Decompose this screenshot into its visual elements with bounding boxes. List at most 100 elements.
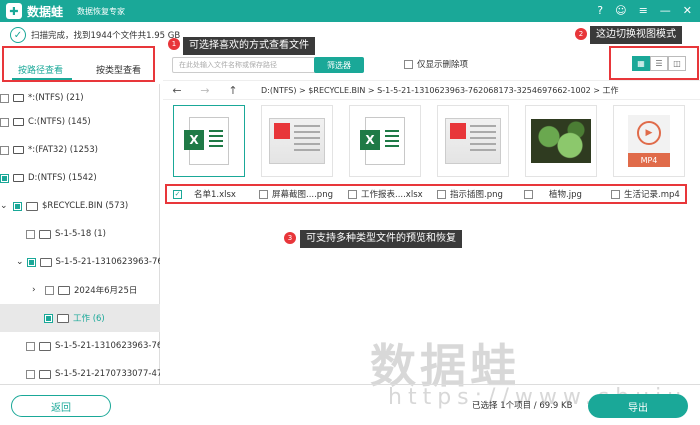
view-mode-tabs: 按路径查看 按类型查看: [2, 46, 155, 82]
folder-icon: [39, 257, 52, 267]
tree-checkbox[interactable]: [44, 313, 53, 323]
file-checkbox[interactable]: [437, 189, 446, 199]
annotation-2: 这边切换视图模式: [590, 26, 682, 44]
help-icon[interactable]: ?: [597, 3, 603, 18]
file-item[interactable]: 屏幕截图....png: [259, 188, 333, 200]
tree-item-recycle-bin[interactable]: ⌄ $RECYCLE.BIN (573): [0, 192, 160, 220]
list-view-icon[interactable]: ☰: [650, 56, 668, 71]
tree-checkbox[interactable]: [26, 257, 36, 267]
file-item[interactable]: 工作报表....xlsx: [348, 188, 423, 200]
forward-arrow-icon[interactable]: →: [191, 84, 219, 97]
file-item[interactable]: 生活记录.mp4: [611, 188, 680, 200]
file-name: 工作报表....xlsx: [361, 190, 423, 200]
drive-icon: [13, 118, 24, 126]
grid-view-icon[interactable]: ▦: [632, 56, 650, 71]
file-item[interactable]: 指示插图.png: [437, 188, 503, 200]
tree-item-drive-fat32[interactable]: *:(FAT32) (1253): [0, 136, 160, 164]
annotation-3: 可支持多种类型文件的预览和恢复: [300, 230, 462, 248]
close-button[interactable]: ✕: [683, 3, 692, 18]
frog-logo-icon: ✚: [6, 3, 22, 19]
back-arrow-icon[interactable]: ←: [163, 84, 191, 97]
tree-item-label: *:(NTFS) (21): [28, 93, 84, 103]
tree-item-sid-expanded[interactable]: ⌄ S-1-5-21-1310623963-76: [16, 248, 160, 276]
file-name: 名单1.xlsx: [194, 190, 236, 200]
file-checkbox[interactable]: [524, 189, 533, 199]
annotation-badge-2: 2: [575, 28, 587, 40]
folder-icon: [57, 313, 69, 323]
tree-item-work-folder[interactable]: 工作 (6): [0, 304, 160, 332]
tree-checkbox[interactable]: [13, 201, 22, 211]
video-file-icon: ▶ MP4: [628, 115, 670, 167]
tab-by-path[interactable]: 按路径查看: [18, 63, 63, 76]
file-name: 植物.jpg: [549, 190, 582, 200]
annotation-1: 可选择喜欢的方式查看文件: [183, 37, 315, 55]
folder-icon: [39, 369, 51, 379]
file-item[interactable]: 植物.jpg: [524, 188, 582, 200]
file-thumbnail[interactable]: X: [349, 105, 421, 177]
tree-checkbox[interactable]: [26, 341, 35, 351]
file-thumbnail[interactable]: [437, 105, 509, 177]
file-item[interactable]: ✓ 名单1.xlsx: [173, 188, 236, 200]
selection-info: 已选择 1个项目 / 69.9 KB: [472, 401, 573, 411]
export-button[interactable]: 导出: [588, 394, 688, 418]
menu-icon[interactable]: ≡: [639, 3, 648, 18]
toolbar: 在此处输入文件名称或保存路径: [172, 56, 328, 74]
back-button[interactable]: 返回: [11, 395, 111, 417]
detail-view-icon[interactable]: ◫: [668, 56, 686, 71]
path-bar: ← → ↑ D:(NTFS) > $RECYCLE.BIN > S-1-5-21…: [163, 80, 700, 100]
scrollbar[interactable]: [692, 100, 698, 384]
tab-by-type[interactable]: 按类型查看: [96, 63, 141, 76]
tree-item-drive-d[interactable]: D:(NTFS) (1542): [0, 164, 160, 192]
file-thumbnail[interactable]: [261, 105, 333, 177]
tree-item-label: S-1-5-21-1310623963-76: [55, 341, 160, 351]
tree-item-label: $RECYCLE.BIN (573): [42, 201, 129, 211]
tree-checkbox[interactable]: [45, 285, 54, 295]
tree-item-sid-2[interactable]: S-1-5-21-1310623963-76: [26, 332, 160, 360]
tree-item-label: D:(NTFS) (1542): [28, 173, 97, 183]
tree-checkbox[interactable]: [0, 117, 9, 127]
excel-file-icon: X: [360, 117, 405, 165]
file-checkbox[interactable]: [348, 189, 357, 199]
excel-file-icon: X: [184, 117, 229, 165]
active-tab-indicator: [12, 78, 72, 80]
only-deleted-checkbox[interactable]: [404, 59, 413, 69]
search-input[interactable]: 在此处输入文件名称或保存路径: [172, 57, 328, 73]
title-bar: ✚ 数据蛙 数据恢复专家 ? ☺ ≡ — ✕: [0, 0, 700, 22]
window-controls: ? ☺ ≡ — ✕: [597, 3, 692, 18]
mp4-label: MP4: [628, 153, 670, 167]
file-name: 屏幕截图....png: [272, 190, 333, 200]
only-deleted-toggle[interactable]: 仅显示删除项: [404, 58, 468, 70]
feedback-icon[interactable]: ☺: [615, 3, 626, 18]
minimize-button[interactable]: —: [660, 3, 671, 18]
chevron-down-icon[interactable]: ⌄: [0, 201, 10, 211]
annotation-badge-3: 3: [284, 232, 296, 244]
app-title: 数据恢复专家: [77, 6, 126, 16]
tree-item-s-1-5-18[interactable]: S-1-5-18 (1): [26, 220, 160, 248]
folder-icon: [39, 341, 51, 351]
file-checkbox[interactable]: [259, 189, 268, 199]
tree-checkbox[interactable]: [0, 93, 9, 103]
tree-item-label: S-1-5-21-2170733077-47: [55, 369, 160, 379]
tree-checkbox[interactable]: [0, 173, 9, 183]
up-arrow-icon[interactable]: ↑: [219, 84, 247, 97]
directory-tree: *:(NTFS) (21) C:(NTFS) (145) *:(FAT32) (…: [0, 84, 160, 384]
chevron-down-icon[interactable]: ⌄: [16, 257, 24, 267]
file-checkbox[interactable]: [611, 189, 620, 199]
tree-checkbox[interactable]: [26, 369, 35, 379]
drive-icon: [13, 94, 24, 102]
file-thumbnail[interactable]: ▶ MP4: [613, 105, 685, 177]
file-thumbnail[interactable]: [525, 105, 597, 177]
app-logo: ✚ 数据蛙: [6, 3, 63, 20]
tree-checkbox[interactable]: [0, 145, 9, 155]
folder-icon: [26, 201, 38, 211]
tree-item-drive-c[interactable]: C:(NTFS) (145): [0, 108, 160, 136]
file-thumbnail[interactable]: X: [173, 105, 245, 177]
tree-item-date-folder[interactable]: › 2024年6月25日: [32, 276, 160, 304]
tree-checkbox[interactable]: [26, 229, 35, 239]
chevron-right-icon[interactable]: ›: [32, 285, 42, 295]
file-checkbox[interactable]: ✓: [173, 189, 182, 199]
tree-item-label: 2024年6月25日: [74, 286, 138, 296]
plant-photo-preview: [531, 119, 591, 163]
filter-button[interactable]: 筛选器: [314, 57, 364, 73]
check-icon: ✓: [10, 27, 26, 43]
